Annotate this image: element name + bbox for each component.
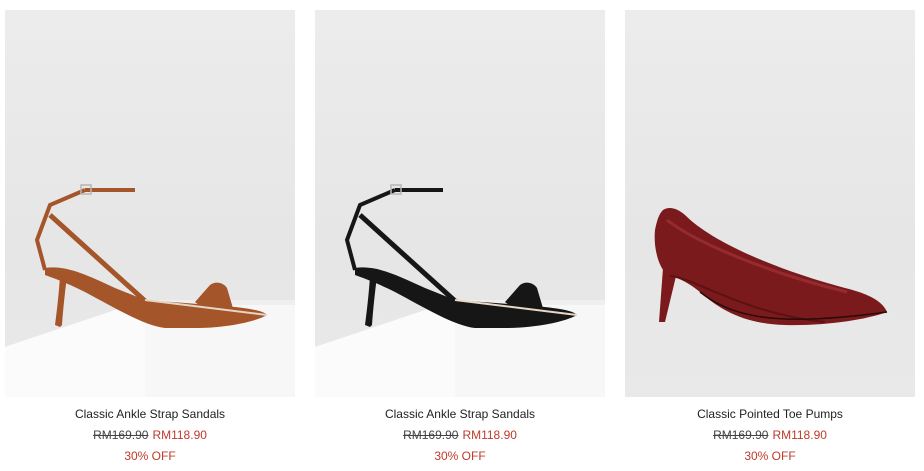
discount-badge: 30% OFF <box>744 449 796 463</box>
product-image[interactable] <box>5 10 295 397</box>
sandal-image <box>5 184 295 397</box>
product-grid: Classic Ankle Strap Sandals RM169.90 RM11… <box>0 0 924 471</box>
product-name[interactable]: Classic Ankle Strap Sandals <box>315 406 605 422</box>
sale-price: RM118.90 <box>152 428 207 442</box>
original-price: RM169.90 <box>93 428 149 442</box>
product-info: Classic Ankle Strap Sandals RM169.90 RM11… <box>315 406 605 464</box>
discount-badge: 30% OFF <box>124 449 176 463</box>
original-price: RM169.90 <box>403 428 459 442</box>
product-card: Classic Pointed Toe Pumps RM169.90 RM118.… <box>625 10 915 471</box>
product-image[interactable] <box>625 10 915 397</box>
pump-image <box>654 207 888 326</box>
price-row: RM169.90 RM118.90 <box>5 427 295 443</box>
product-card: Classic Ankle Strap Sandals RM169.90 RM11… <box>315 10 605 471</box>
product-info: Classic Ankle Strap Sandals RM169.90 RM11… <box>5 406 295 464</box>
discount-badge: 30% OFF <box>434 449 486 463</box>
price-row: RM169.90 RM118.90 <box>625 427 915 443</box>
product-name[interactable]: Classic Ankle Strap Sandals <box>5 406 295 422</box>
original-price: RM169.90 <box>713 428 769 442</box>
product-name[interactable]: Classic Pointed Toe Pumps <box>625 406 915 422</box>
sale-price: RM118.90 <box>772 428 827 442</box>
product-image[interactable] <box>315 10 605 397</box>
sale-price: RM118.90 <box>462 428 517 442</box>
product-card: Classic Ankle Strap Sandals RM169.90 RM11… <box>5 10 295 471</box>
price-row: RM169.90 RM118.90 <box>315 427 605 443</box>
product-info: Classic Pointed Toe Pumps RM169.90 RM118.… <box>625 406 915 464</box>
sandal-image <box>315 184 605 397</box>
